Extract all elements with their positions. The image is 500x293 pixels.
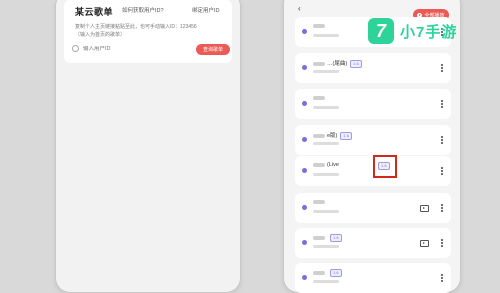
quality-tag: 1.6: [330, 234, 342, 242]
blurred-text: [313, 133, 325, 138]
song-title: (Live: [313, 162, 339, 168]
back-arrow-icon[interactable]: ‹: [298, 4, 301, 13]
song-title: [313, 199, 327, 205]
blurred-text: [313, 162, 325, 167]
instruction-text: 复制个人主页链接粘贴至此，也可手动输入ID：123456（输入为首页的歌单）: [75, 24, 197, 38]
song-title: …(尾曲) 1.6: [313, 59, 362, 68]
song-dot-icon: [302, 65, 307, 70]
song-dot-icon: [302, 240, 307, 245]
song-dot-icon: [302, 137, 307, 142]
quality-tag: 1.6: [340, 131, 352, 140]
song-artist: [313, 245, 339, 248]
blurred-text: [313, 61, 325, 66]
mv-icon[interactable]: [420, 240, 429, 247]
song-dot-icon: [302, 275, 307, 280]
more-options-icon[interactable]: [441, 167, 443, 169]
highlighted-quality-tag: 1.6: [378, 162, 390, 170]
query-playlist-button[interactable]: 查询歌单: [196, 44, 230, 55]
song-artist: [313, 280, 339, 283]
song-title: [313, 23, 327, 29]
radio-icon[interactable]: [72, 45, 79, 52]
blurred-text: [313, 95, 325, 100]
netease-playlist-card: 某云歌单 如何获取用户ID? 绑定用户ID 复制个人主页链接粘贴至此，也可手动输…: [64, 0, 232, 63]
left-phone-screen: 某云歌单 如何获取用户ID? 绑定用户ID 复制个人主页链接粘贴至此，也可手动输…: [56, 0, 240, 292]
song-title: 1.6: [313, 234, 342, 242]
song-title: e版) 1.6: [313, 131, 352, 140]
song-artist: [313, 142, 339, 145]
logo-text: 小7手游: [400, 23, 458, 41]
help-link[interactable]: 如何获取用户ID?: [122, 6, 164, 14]
song-title: [313, 95, 327, 101]
song-dot-icon: [302, 168, 307, 173]
song-artist: [313, 106, 339, 109]
song-row[interactable]: e版) 1.6: [295, 125, 451, 155]
song-row[interactable]: [295, 89, 451, 119]
blurred-text: [313, 23, 325, 28]
highlight-box: 1.6: [373, 155, 397, 178]
user-id-input[interactable]: [83, 45, 183, 52]
more-options-icon[interactable]: [441, 239, 443, 241]
logo-mark: 7: [368, 18, 394, 44]
quality-tag: 1.6: [350, 59, 362, 68]
song-row[interactable]: 1.6: [295, 263, 451, 293]
song-dot-icon: [302, 101, 307, 106]
song-title: 1.6: [313, 269, 342, 277]
watermark-logo: 7 小7手游: [368, 18, 457, 44]
card-title: 某云歌单: [75, 7, 114, 17]
blurred-text: [313, 271, 325, 275]
user-id-row: [72, 42, 190, 55]
song-artist: [313, 210, 339, 213]
song-artist: [313, 34, 339, 37]
song-row[interactable]: [295, 193, 451, 223]
song-artist: [313, 173, 339, 176]
blurred-text: [313, 236, 325, 240]
more-options-icon[interactable]: [441, 64, 443, 66]
more-options-icon[interactable]: [441, 204, 443, 206]
quality-tag: 1.6: [330, 269, 342, 277]
song-artist: [313, 70, 339, 73]
more-options-icon[interactable]: [441, 100, 443, 102]
song-row[interactable]: 1.6: [295, 228, 451, 258]
mv-icon[interactable]: [420, 205, 429, 212]
blurred-text: [313, 199, 325, 204]
song-dot-icon: [302, 205, 307, 210]
song-dot-icon: [302, 29, 307, 34]
song-row[interactable]: …(尾曲) 1.6: [295, 53, 451, 83]
more-options-icon[interactable]: [441, 274, 443, 276]
bind-user-id-link[interactable]: 绑定用户ID: [192, 6, 220, 14]
more-options-icon[interactable]: [441, 136, 443, 138]
